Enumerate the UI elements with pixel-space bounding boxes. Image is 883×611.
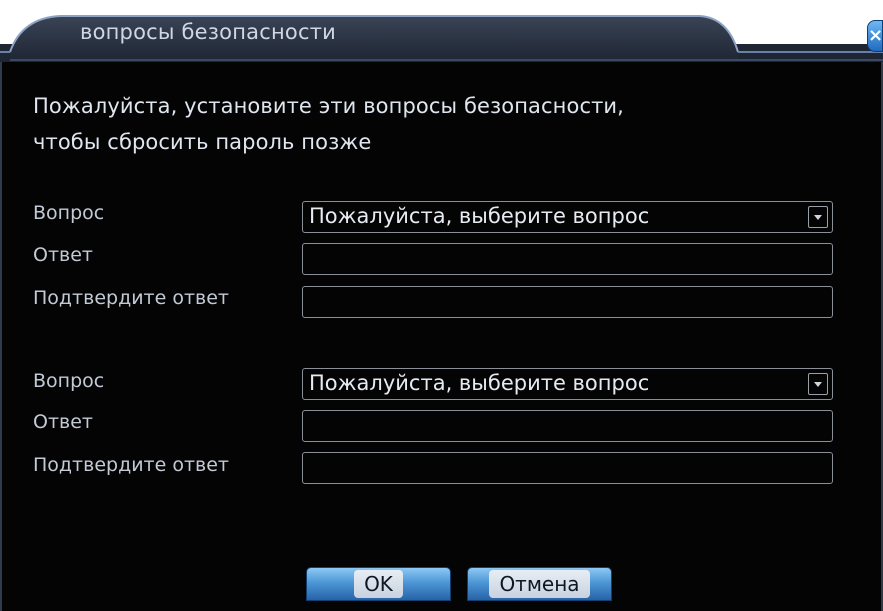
cancel-button-label: Отмена	[489, 570, 590, 598]
question-1-select[interactable]: Пожалуйста, выберите вопрос	[302, 201, 833, 233]
question-1-label: Вопрос	[33, 202, 105, 224]
close-button[interactable]: ×	[867, 20, 883, 52]
confirm-1-input[interactable]	[302, 286, 833, 318]
question-1-value: Пожалуйста, выберите вопрос	[309, 204, 650, 228]
chevron-down-icon[interactable]	[808, 373, 828, 395]
question-2-label: Вопрос	[33, 370, 105, 392]
chevron-down-icon[interactable]	[808, 206, 828, 228]
cancel-button[interactable]: Отмена	[467, 567, 612, 601]
confirm-1-label: Подтвердите ответ	[33, 287, 229, 309]
answer-2-input[interactable]	[302, 410, 833, 442]
security-questions-dialog: вопросы безопасности × Пожалуйста, устан…	[0, 0, 883, 611]
dialog-content: Пожалуйста, установите эти вопросы безоп…	[0, 62, 883, 611]
answer-2-label: Ответ	[33, 411, 93, 433]
question-2-select[interactable]: Пожалуйста, выберите вопрос	[302, 368, 833, 400]
close-icon: ×	[868, 25, 883, 46]
question-2-value: Пожалуйста, выберите вопрос	[309, 371, 650, 395]
answer-1-label: Ответ	[33, 244, 93, 266]
confirm-2-label: Подтвердите ответ	[33, 454, 229, 476]
dialog-title: вопросы безопасности	[80, 20, 336, 44]
ok-button-label: OK	[354, 570, 403, 598]
answer-1-input[interactable]	[302, 243, 833, 275]
title-bar: вопросы безопасности ×	[0, 0, 883, 62]
instruction-text: Пожалуйста, установите эти вопросы безоп…	[33, 94, 624, 154]
ok-button[interactable]: OK	[306, 567, 451, 601]
confirm-2-input[interactable]	[302, 452, 833, 484]
